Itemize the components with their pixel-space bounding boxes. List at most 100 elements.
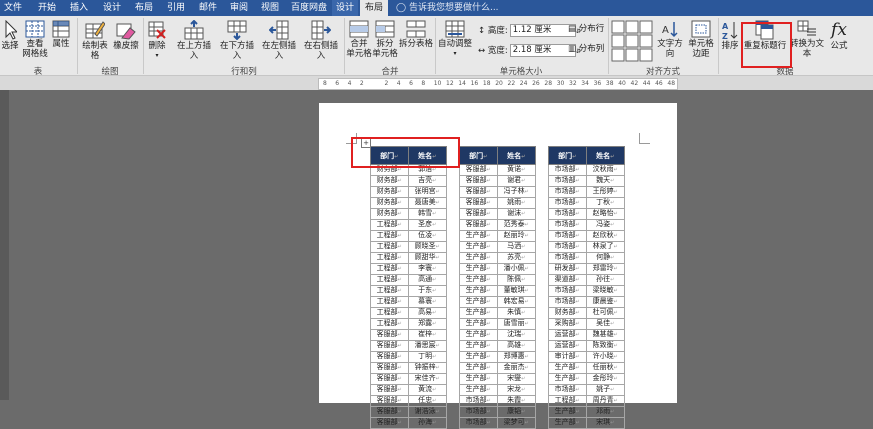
header-name[interactable]: 姓名↵ [496,146,537,165]
table-row[interactable]: 客服部↵ 崔梓↵ [370,329,448,341]
dept-cell[interactable]: 财务部↵ [370,186,409,198]
dept-cell[interactable]: 财务部↵ [548,307,587,319]
dept-cell[interactable]: 工程部↵ [548,395,587,407]
name-cell[interactable]: 谢君↵ [496,175,537,187]
table-row[interactable]: 市场部↵ 冯姿↵ [548,219,626,231]
dept-cell[interactable]: 生产部↵ [459,329,498,341]
name-cell[interactable]: 金彤玲↵ [585,373,626,385]
name-cell[interactable]: 汶秋雨↵ [585,164,626,176]
dept-cell[interactable]: 生产部↵ [548,373,587,385]
dept-cell[interactable]: 客服部↵ [370,362,409,374]
table-row[interactable]: 财务部↵ 韩雪↵ [370,208,448,220]
table-row[interactable]: 生产部↵ 高雄↵ [459,340,537,352]
table-row[interactable]: 财务部↵ 聂唐美↵ [370,197,448,209]
tab-file[interactable]: 文件 [0,0,26,16]
name-cell[interactable]: 宋琪↵ [585,417,626,429]
dept-cell[interactable]: 生产部↵ [459,241,498,253]
insert-above-button[interactable]: 在上方插入 [173,20,215,61]
table-row[interactable]: 工程部↵ 高易↵ [370,307,448,319]
dept-cell[interactable]: 市场部↵ [548,384,587,396]
distribute-rows-button[interactable]: ▤ 分布行 [568,24,604,35]
table-row[interactable]: 运营部↵ 陈致衡↵ [548,340,626,352]
dept-cell[interactable]: 工程部↵ [370,241,409,253]
name-cell[interactable]: 韩宏易↵ [496,296,537,308]
name-cell[interactable]: 吴佳↵ [585,318,626,330]
table-row[interactable]: 生产部↵ 邓雨↵ [548,406,626,418]
table-row[interactable]: 生产部↵ 潘小佩↵ [459,263,537,275]
tab-baidu-netdisk[interactable]: 百度网盘 [287,0,331,16]
tab-design[interactable]: 设计 [98,0,126,16]
name-cell[interactable]: 康晨鉴↵ [585,296,626,308]
dept-cell[interactable]: 市场部↵ [459,395,498,407]
tell-me-box[interactable]: ◯ 告诉我您想要做什么... [396,0,499,16]
name-cell[interactable]: 赵欣秋↵ [585,230,626,242]
dept-cell[interactable]: 工程部↵ [370,274,409,286]
table-row[interactable]: 客服部↵ 谢君↵ [459,175,537,187]
table-row[interactable]: 工程部↵ 于东↵ [370,285,448,297]
name-cell[interactable]: 圣彦↵ [407,219,448,231]
name-cell[interactable]: 钟振梓↵ [407,362,448,374]
dept-cell[interactable]: 市场部↵ [548,164,587,176]
table-row[interactable]: 客服部↵ 黄诺↵ [459,164,537,176]
table-row[interactable]: 生产部↵ 宋龙↵ [459,384,537,396]
dept-cell[interactable]: 客服部↵ [370,395,409,407]
dept-cell[interactable]: 生产部↵ [548,362,587,374]
sort-button[interactable]: AZ 排序 [720,20,740,51]
name-cell[interactable]: 韩雪↵ [407,208,448,220]
name-cell[interactable]: 郑露↵ [407,318,448,330]
table-row[interactable]: 市场部↵ 朱霞↵ [459,395,537,407]
text-direction-button[interactable]: A 文字方向 [654,20,686,59]
name-cell[interactable]: 陈致衡↵ [585,340,626,352]
dept-cell[interactable]: 审计部↵ [548,351,587,363]
name-cell[interactable]: 宋龙↵ [496,384,537,396]
table-row[interactable]: 工程部↵ 郑露↵ [370,318,448,330]
row-height-input[interactable]: 1.12 厘米 [509,24,576,37]
dept-cell[interactable]: 工程部↵ [370,263,409,275]
name-cell[interactable]: 高易↵ [407,307,448,319]
name-cell[interactable]: 黄流↵ [407,384,448,396]
table-row[interactable]: 工程部↵ 慕寰↵ [370,296,448,308]
name-cell[interactable]: 潘小佩↵ [496,263,537,275]
insert-left-button[interactable]: 在左侧插入 [258,20,300,61]
name-cell[interactable]: 顾晓圣↵ [407,241,448,253]
dept-cell[interactable]: 市场部↵ [459,406,498,418]
table-row[interactable]: 市场部↵ 林泉了↵ [548,241,626,253]
table-row[interactable]: 生产部↵ 宋燮↵ [459,373,537,385]
name-cell[interactable]: 魏天↵ [585,175,626,187]
table-row[interactable]: 市场部↵ 康晨鉴↵ [548,296,626,308]
name-cell[interactable]: 高雄↵ [496,340,537,352]
table-row[interactable]: 生产部↵ 郑博惠↵ [459,351,537,363]
table-row[interactable]: 工程部↵ 伍凌↵ [370,230,448,242]
table-row[interactable]: 市场部↵ 何静↵ [548,252,626,264]
table-row[interactable]: 市场部↵ 赵欣秋↵ [548,230,626,242]
name-cell[interactable]: 宋燮↵ [496,373,537,385]
row-height-field[interactable]: ↕ 高度: 1.12 厘米 ⇵ [478,24,581,37]
dept-cell[interactable]: 客服部↵ [370,340,409,352]
table-row[interactable]: 市场部↵ 王彤婷↵ [548,186,626,198]
cell-margins-button[interactable]: 单元格 边距 [686,20,716,59]
table-row[interactable]: 市场部↵ 梁晓敏↵ [548,285,626,297]
table-row[interactable]: 财务部↵ 吉亮↵ [370,175,448,187]
dept-cell[interactable]: 生产部↵ [459,384,498,396]
table-row[interactable]: 生产部↵ 赵丽玲↵ [459,230,537,242]
dept-cell[interactable]: 客服部↵ [370,373,409,385]
dept-cell[interactable]: 财务部↵ [370,197,409,209]
name-cell[interactable]: 苏亮↵ [496,252,537,264]
dept-cell[interactable]: 生产部↵ [459,307,498,319]
tab-references[interactable]: 引用 [162,0,190,16]
name-cell[interactable]: 康韬↵ [496,406,537,418]
table-row[interactable]: 生产部↵ 陈佩↵ [459,274,537,286]
tab-table-design[interactable]: 设计 [332,0,358,16]
table-row[interactable]: 市场部↵ 汶秋雨↵ [548,164,626,176]
name-cell[interactable]: 朱慎↵ [496,307,537,319]
name-cell[interactable]: 潘思宸↵ [407,340,448,352]
table-row[interactable]: 工程部↵ 周丹青↵ [548,395,626,407]
dept-cell[interactable]: 市场部↵ [548,197,587,209]
dept-cell[interactable]: 工程部↵ [370,219,409,231]
table-row[interactable]: 生产部↵ 任丽秋↵ [548,362,626,374]
dept-cell[interactable]: 运营部↵ [548,329,587,341]
column-width-field[interactable]: ↔ 宽度: 2.18 厘米 ⇵ [478,44,581,57]
name-cell[interactable]: 丁明↵ [407,351,448,363]
tab-view[interactable]: 视图 [256,0,284,16]
dept-cell[interactable]: 工程部↵ [370,285,409,297]
